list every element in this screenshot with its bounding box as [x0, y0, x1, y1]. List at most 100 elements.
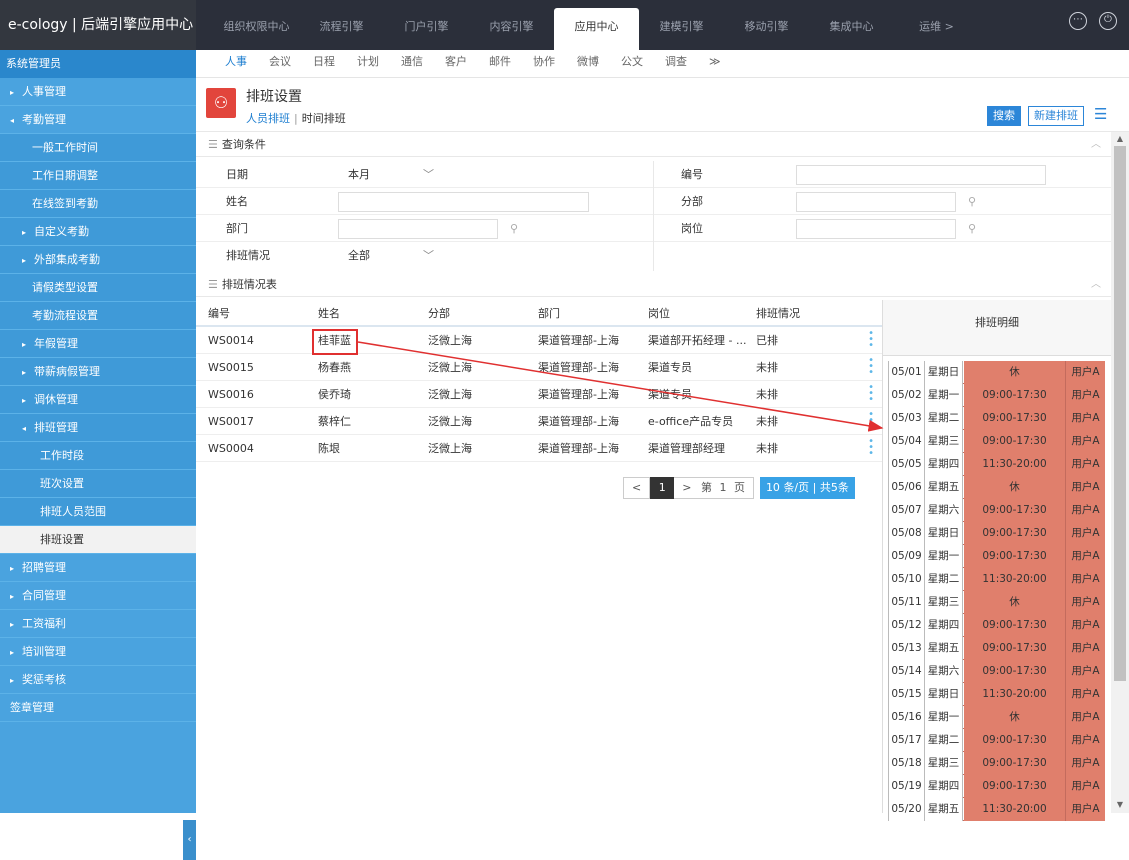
- scroll-thumb[interactable]: [1114, 146, 1126, 681]
- new-schedule-button[interactable]: 新建排班: [1028, 106, 1084, 126]
- column-header[interactable]: 岗位: [648, 301, 670, 327]
- table-row[interactable]: WS0016 侯乔琦 泛微上海 渠道管理部-上海 渠道专员 未排 • • •: [196, 381, 882, 408]
- sidebar-item[interactable]: ▸ 工资福利: [0, 610, 196, 638]
- table-row[interactable]: WS0014 桂菲蓝 泛微上海 渠道管理部-上海 渠道部开拓经理 - ... 已排 • • •: [196, 327, 882, 354]
- sidebar-item[interactable]: ▸ 外部集成考勤: [0, 246, 196, 274]
- current-page[interactable]: 1: [650, 477, 675, 499]
- table-cell: 泛微上海: [428, 415, 472, 428]
- collapse-up-icon[interactable]: ︿: [1091, 273, 1101, 297]
- name-input[interactable]: [338, 192, 589, 212]
- number-label: 编号: [681, 168, 703, 181]
- sidebar-item[interactable]: 考勤流程设置: [0, 302, 196, 330]
- date-select[interactable]: 本月 ﹀: [348, 165, 438, 185]
- sub-nav-item[interactable]: 通信: [390, 50, 434, 77]
- detail-user: 用户A: [1065, 568, 1105, 591]
- sidebar-item[interactable]: 排班人员范围: [0, 498, 196, 526]
- page-size-info[interactable]: 10 条/页 | 共5条: [759, 477, 855, 499]
- column-header[interactable]: 分部: [428, 301, 450, 327]
- scrollbar[interactable]: ▲ ▼: [1111, 132, 1129, 813]
- sub-nav-item[interactable]: 调查: [654, 50, 698, 77]
- sidebar-item[interactable]: 一般工作时间: [0, 134, 196, 162]
- table-row[interactable]: WS0015 杨春燕 泛微上海 渠道管理部-上海 渠道专员 未排 • • •: [196, 354, 882, 381]
- top-nav-item[interactable]: 建模引擎: [639, 8, 724, 50]
- detail-user: 用户A: [1065, 660, 1105, 683]
- number-input[interactable]: [796, 165, 1046, 185]
- top-nav-item[interactable]: 运维 >: [894, 8, 979, 50]
- post-search-icon[interactable]: ⚲: [968, 219, 984, 239]
- column-header[interactable]: 编号: [208, 301, 230, 327]
- row-menu-icon[interactable]: • • •: [868, 410, 874, 432]
- sidebar-item[interactable]: 班次设置: [0, 470, 196, 498]
- scroll-down-icon[interactable]: ▼: [1115, 800, 1125, 809]
- page-input[interactable]: 1: [719, 481, 726, 494]
- row-menu-icon[interactable]: • • •: [868, 383, 874, 405]
- sidebar-item[interactable]: 工作时段: [0, 442, 196, 470]
- post-input[interactable]: [796, 219, 956, 239]
- more-icon[interactable]: ⋯: [1069, 12, 1087, 30]
- sidebar-item[interactable]: ▸ 带薪病假管理: [0, 358, 196, 386]
- top-nav-item[interactable]: 集成中心: [809, 8, 894, 50]
- sub-nav-item[interactable]: 邮件: [478, 50, 522, 77]
- sidebar-item[interactable]: 请假类型设置: [0, 274, 196, 302]
- sidebar-item[interactable]: ▸ 合同管理: [0, 582, 196, 610]
- branch-search-icon[interactable]: ⚲: [968, 192, 984, 212]
- sidebar-item[interactable]: ▸ 自定义考勤: [0, 218, 196, 246]
- sub-nav-item[interactable]: 客户: [434, 50, 478, 77]
- sidebar-item[interactable]: ▸ 人事管理: [0, 78, 196, 106]
- sub-nav-item[interactable]: 计划: [346, 50, 390, 77]
- top-nav-item[interactable]: 组织权限中心: [214, 8, 299, 50]
- top-nav-item[interactable]: 流程引擎: [299, 8, 384, 50]
- top-nav-item[interactable]: 移动引擎: [724, 8, 809, 50]
- table-section-header[interactable]: ☰ 排班情况表 ︿: [196, 273, 1111, 297]
- sub-nav-item[interactable]: 人事: [214, 50, 258, 77]
- table-row[interactable]: WS0004 陈垠 泛微上海 渠道管理部-上海 渠道管理部经理 未排 • • •: [196, 435, 882, 462]
- sidebar-item[interactable]: 在线签到考勤: [0, 190, 196, 218]
- tab-time-schedule[interactable]: 时间排班: [302, 112, 346, 125]
- top-nav-item[interactable]: 应用中心: [554, 8, 639, 50]
- sidebar-item[interactable]: 签章管理: [0, 694, 196, 722]
- table-row[interactable]: WS0017 蔡梓仁 泛微上海 渠道管理部-上海 e-office产品专员 未排 • • •: [196, 408, 882, 435]
- row-menu-icon[interactable]: • • •: [868, 329, 874, 351]
- branch-input[interactable]: [796, 192, 956, 212]
- post-label: 岗位: [681, 222, 703, 235]
- sidebar-item-label: 签章管理: [10, 701, 54, 714]
- sidebar-item[interactable]: 排班设置: [0, 526, 196, 554]
- query-section-header[interactable]: ☰ 查询条件 ︿: [196, 133, 1111, 157]
- sidebar-item[interactable]: ▸ 年假管理: [0, 330, 196, 358]
- status-select[interactable]: 全部 ﹀: [348, 246, 438, 266]
- next-page-button[interactable]: >: [682, 481, 691, 494]
- sub-nav-item[interactable]: ≫: [698, 50, 732, 77]
- sidebar-item[interactable]: ▸ 培训管理: [0, 638, 196, 666]
- dept-search-icon[interactable]: ⚲: [510, 219, 526, 239]
- detail-shift: 09:00-17:30: [964, 614, 1065, 637]
- detail-shift: 09:00-17:30: [964, 407, 1065, 430]
- column-header[interactable]: 排班情况: [756, 301, 800, 327]
- table-cell: 渠道管理部-上海: [538, 388, 619, 401]
- sub-nav-item[interactable]: 公文: [610, 50, 654, 77]
- top-nav-item[interactable]: 门户引擎: [384, 8, 469, 50]
- top-nav-item[interactable]: 内容引擎: [469, 8, 554, 50]
- prev-page-button[interactable]: <: [623, 477, 651, 499]
- sidebar-item[interactable]: ◂ 考勤管理: [0, 106, 196, 134]
- row-menu-icon[interactable]: • • •: [868, 356, 874, 378]
- list-menu-icon[interactable]: ☰: [1094, 104, 1112, 124]
- power-icon[interactable]: ⏻: [1099, 12, 1117, 30]
- collapse-up-icon[interactable]: ︿: [1091, 133, 1101, 157]
- collapse-sidebar-icon[interactable]: ‹: [183, 820, 196, 860]
- row-menu-icon[interactable]: • • •: [868, 437, 874, 459]
- sub-nav-item[interactable]: 协作: [522, 50, 566, 77]
- sidebar-item[interactable]: ▸ 调休管理: [0, 386, 196, 414]
- column-header[interactable]: 部门: [538, 301, 560, 327]
- sub-nav-item[interactable]: 日程: [302, 50, 346, 77]
- sidebar-item[interactable]: ▸ 招聘管理: [0, 554, 196, 582]
- sidebar-item[interactable]: ▸ 奖惩考核: [0, 666, 196, 694]
- search-button[interactable]: 搜索: [987, 106, 1021, 126]
- sidebar-item[interactable]: 工作日期调整: [0, 162, 196, 190]
- dept-input[interactable]: [338, 219, 498, 239]
- sidebar-item[interactable]: ◂ 排班管理: [0, 414, 196, 442]
- sub-nav-item[interactable]: 微博: [566, 50, 610, 77]
- sub-nav-item[interactable]: 会议: [258, 50, 302, 77]
- tab-person-schedule[interactable]: 人员排班: [246, 112, 290, 125]
- column-header[interactable]: 姓名: [318, 301, 340, 327]
- scroll-up-icon[interactable]: ▲: [1115, 134, 1125, 143]
